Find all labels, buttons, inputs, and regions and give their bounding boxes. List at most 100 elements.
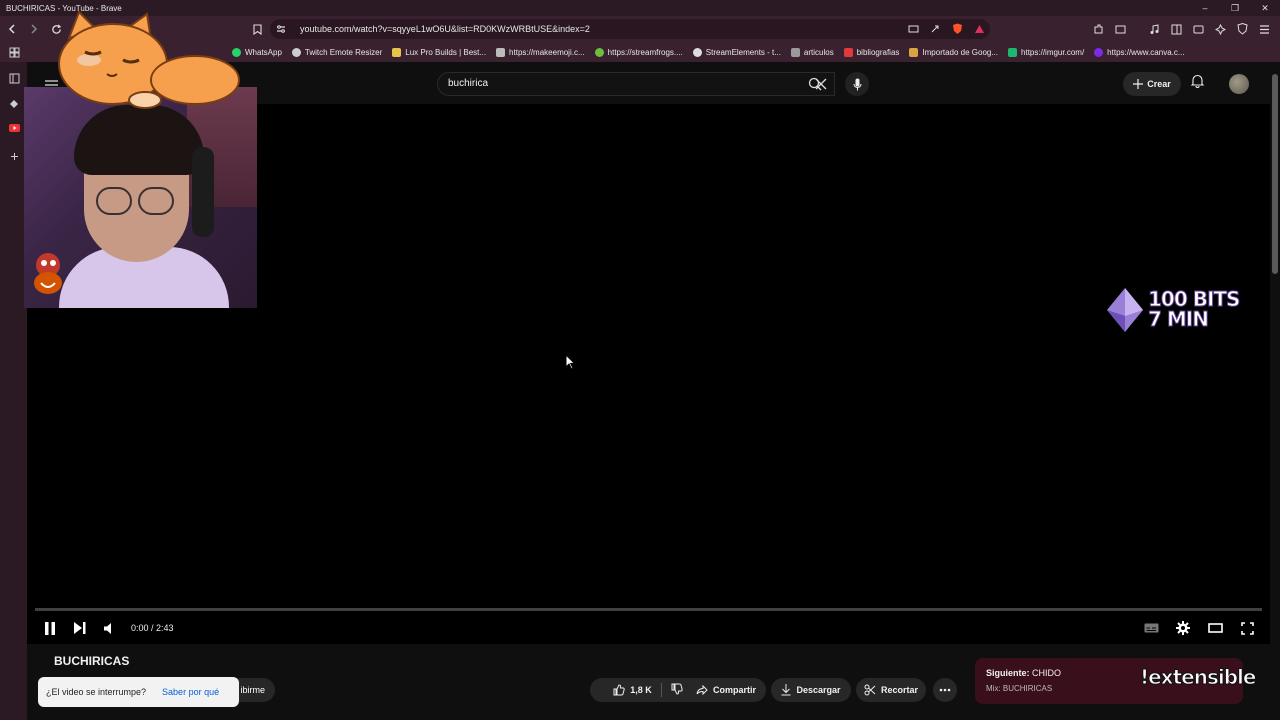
search-query[interactable]: buchirica: [448, 78, 488, 89]
avatar[interactable]: [1229, 74, 1249, 94]
download-button[interactable]: Descargar: [771, 678, 851, 702]
bookmark-item[interactable]: https://imgur.com/: [1008, 47, 1085, 57]
monkey-sticker-icon: [34, 253, 62, 294]
bookmark-label: WhatsApp: [245, 47, 282, 57]
share-button[interactable]: Compartir: [686, 678, 766, 702]
theater-icon: [1207, 623, 1223, 633]
page-scrollbar[interactable]: [1270, 64, 1280, 720]
progress-bar[interactable]: [35, 608, 1262, 611]
toast-link[interactable]: Saber por qué: [162, 687, 219, 697]
forward-icon[interactable]: [24, 19, 44, 39]
menu-icon[interactable]: [1254, 19, 1274, 39]
like-divider: [660, 683, 662, 697]
globe-icon: [291, 47, 301, 57]
next-up-line: Siguiente: CHIDO: [986, 668, 1061, 678]
bookmark-label: Lux Pro Builds | Best...: [405, 47, 487, 57]
scissors-icon: [864, 684, 876, 696]
bookmark-label: Twitch Emote Resizer: [304, 47, 383, 57]
imgur-icon: [1008, 47, 1018, 57]
webcam-headset: [192, 147, 214, 237]
webcam-glasses-right: [138, 187, 174, 215]
bookmark-item[interactable]: https://www.canva.c...: [1094, 47, 1185, 57]
create-button[interactable]: Crear: [1123, 72, 1181, 96]
volume-button[interactable]: [95, 614, 125, 642]
more-actions-button[interactable]: [933, 678, 957, 702]
brave-shields-icon[interactable]: [946, 23, 968, 35]
bookmarks-panel-icon[interactable]: [6, 96, 22, 112]
bookmark-item[interactable]: bibliografias: [843, 47, 900, 57]
bookmark-item[interactable]: https://streamfrogs....: [594, 47, 683, 57]
bits-overlay-text: 100 BITS 7 MIN: [1147, 287, 1240, 330]
share-icon[interactable]: [924, 24, 946, 34]
bookmark-label: articulos: [803, 47, 834, 57]
cast-icon[interactable]: [902, 25, 924, 34]
frog-icon: [594, 47, 604, 57]
page-icon: [496, 47, 506, 57]
more-horizontal-icon: [939, 688, 951, 692]
next-button[interactable]: [65, 614, 95, 642]
settings-button[interactable]: [1168, 614, 1198, 642]
pause-button[interactable]: [35, 614, 65, 642]
back-icon[interactable]: [2, 19, 22, 39]
bookmark-folder[interactable]: Importado de Goog...: [909, 47, 998, 57]
notifications-icon[interactable]: [1190, 74, 1205, 93]
restore-icon[interactable]: ❐: [1220, 0, 1250, 16]
vpn-icon[interactable]: [1232, 19, 1252, 39]
bookmark-icon[interactable]: [247, 19, 267, 39]
bits-line-1: 100 BITS: [1147, 287, 1240, 311]
next-up-label: Siguiente:: [986, 668, 1030, 678]
share-arrow-icon: [696, 685, 708, 695]
fullscreen-button[interactable]: [1232, 614, 1262, 642]
bookmark-label: https://imgur.com/: [1021, 47, 1085, 57]
dislike-button[interactable]: [671, 683, 683, 697]
webcam-hair: [74, 105, 204, 175]
add-panel-icon[interactable]: [6, 148, 22, 164]
subtitles-button[interactable]: [1136, 614, 1166, 642]
youtube-panel-icon[interactable]: [6, 120, 22, 136]
url-text[interactable]: youtube.com/watch?v=sqyyeL1wO6U&list=RD0…: [300, 24, 902, 34]
cat-sticker-icon: [58, 10, 240, 109]
tab-grid-icon[interactable]: [6, 44, 22, 60]
wallet-icon[interactable]: [1188, 19, 1208, 39]
skip-next-icon: [74, 622, 86, 634]
reading-list-icon[interactable]: [6, 70, 22, 86]
extensible-watermark: !extensible: [1139, 665, 1256, 690]
streamelements-icon: [692, 47, 702, 57]
bookmark-label: https://www.canva.c...: [1107, 47, 1185, 57]
thumbs-down-icon: [671, 683, 683, 695]
share-label: Compartir: [712, 685, 756, 695]
player-controls: 0:00 / 2:43: [27, 614, 1270, 642]
clip-button[interactable]: Recortar: [856, 678, 926, 702]
close-icon[interactable]: ✕: [1250, 0, 1280, 16]
like-button[interactable]: 1,8 K: [613, 684, 652, 696]
playback-toast: ¿El video se interrumpe? Saber por qué: [38, 677, 239, 707]
fullscreen-icon: [1240, 621, 1254, 635]
bookmark-label: bibliografias: [856, 47, 900, 57]
bookmark-item[interactable]: StreamElements - t...: [692, 47, 781, 57]
minimize-icon[interactable]: –: [1190, 0, 1220, 16]
address-bar[interactable]: youtube.com/watch?v=sqyyeL1wO6U&list=RD0…: [270, 19, 990, 39]
search-input[interactable]: buchirica: [437, 72, 835, 96]
page-icon: [790, 47, 800, 57]
screenshot-icon[interactable]: [1110, 19, 1130, 39]
site-info-icon[interactable]: [270, 24, 292, 34]
sidebar-toggle-icon[interactable]: [1166, 19, 1186, 39]
bookmark-item[interactable]: articulos: [790, 47, 834, 57]
bookmark-item[interactable]: Twitch Emote Resizer: [291, 47, 383, 57]
subtitles-icon: [1144, 623, 1158, 633]
media-icon[interactable]: [1144, 19, 1164, 39]
search-button[interactable]: [797, 72, 833, 96]
bookmark-item[interactable]: https://makeemoji.c...: [496, 47, 585, 57]
brave-rewards-icon[interactable]: [968, 24, 990, 34]
like-count: 1,8 K: [630, 685, 652, 695]
clip-label: Recortar: [880, 685, 918, 695]
leo-ai-icon[interactable]: [1210, 19, 1230, 39]
theater-mode-button[interactable]: [1200, 614, 1230, 642]
bookmark-item[interactable]: Lux Pro Builds | Best...: [392, 47, 487, 57]
extensions-icon[interactable]: [1088, 19, 1108, 39]
bookmark-label: https://streamfrogs....: [607, 47, 683, 57]
scrollbar-thumb[interactable]: [1272, 74, 1278, 274]
search-icon: [808, 77, 822, 91]
canva-icon: [1094, 47, 1104, 57]
voice-search-button[interactable]: [845, 72, 869, 96]
